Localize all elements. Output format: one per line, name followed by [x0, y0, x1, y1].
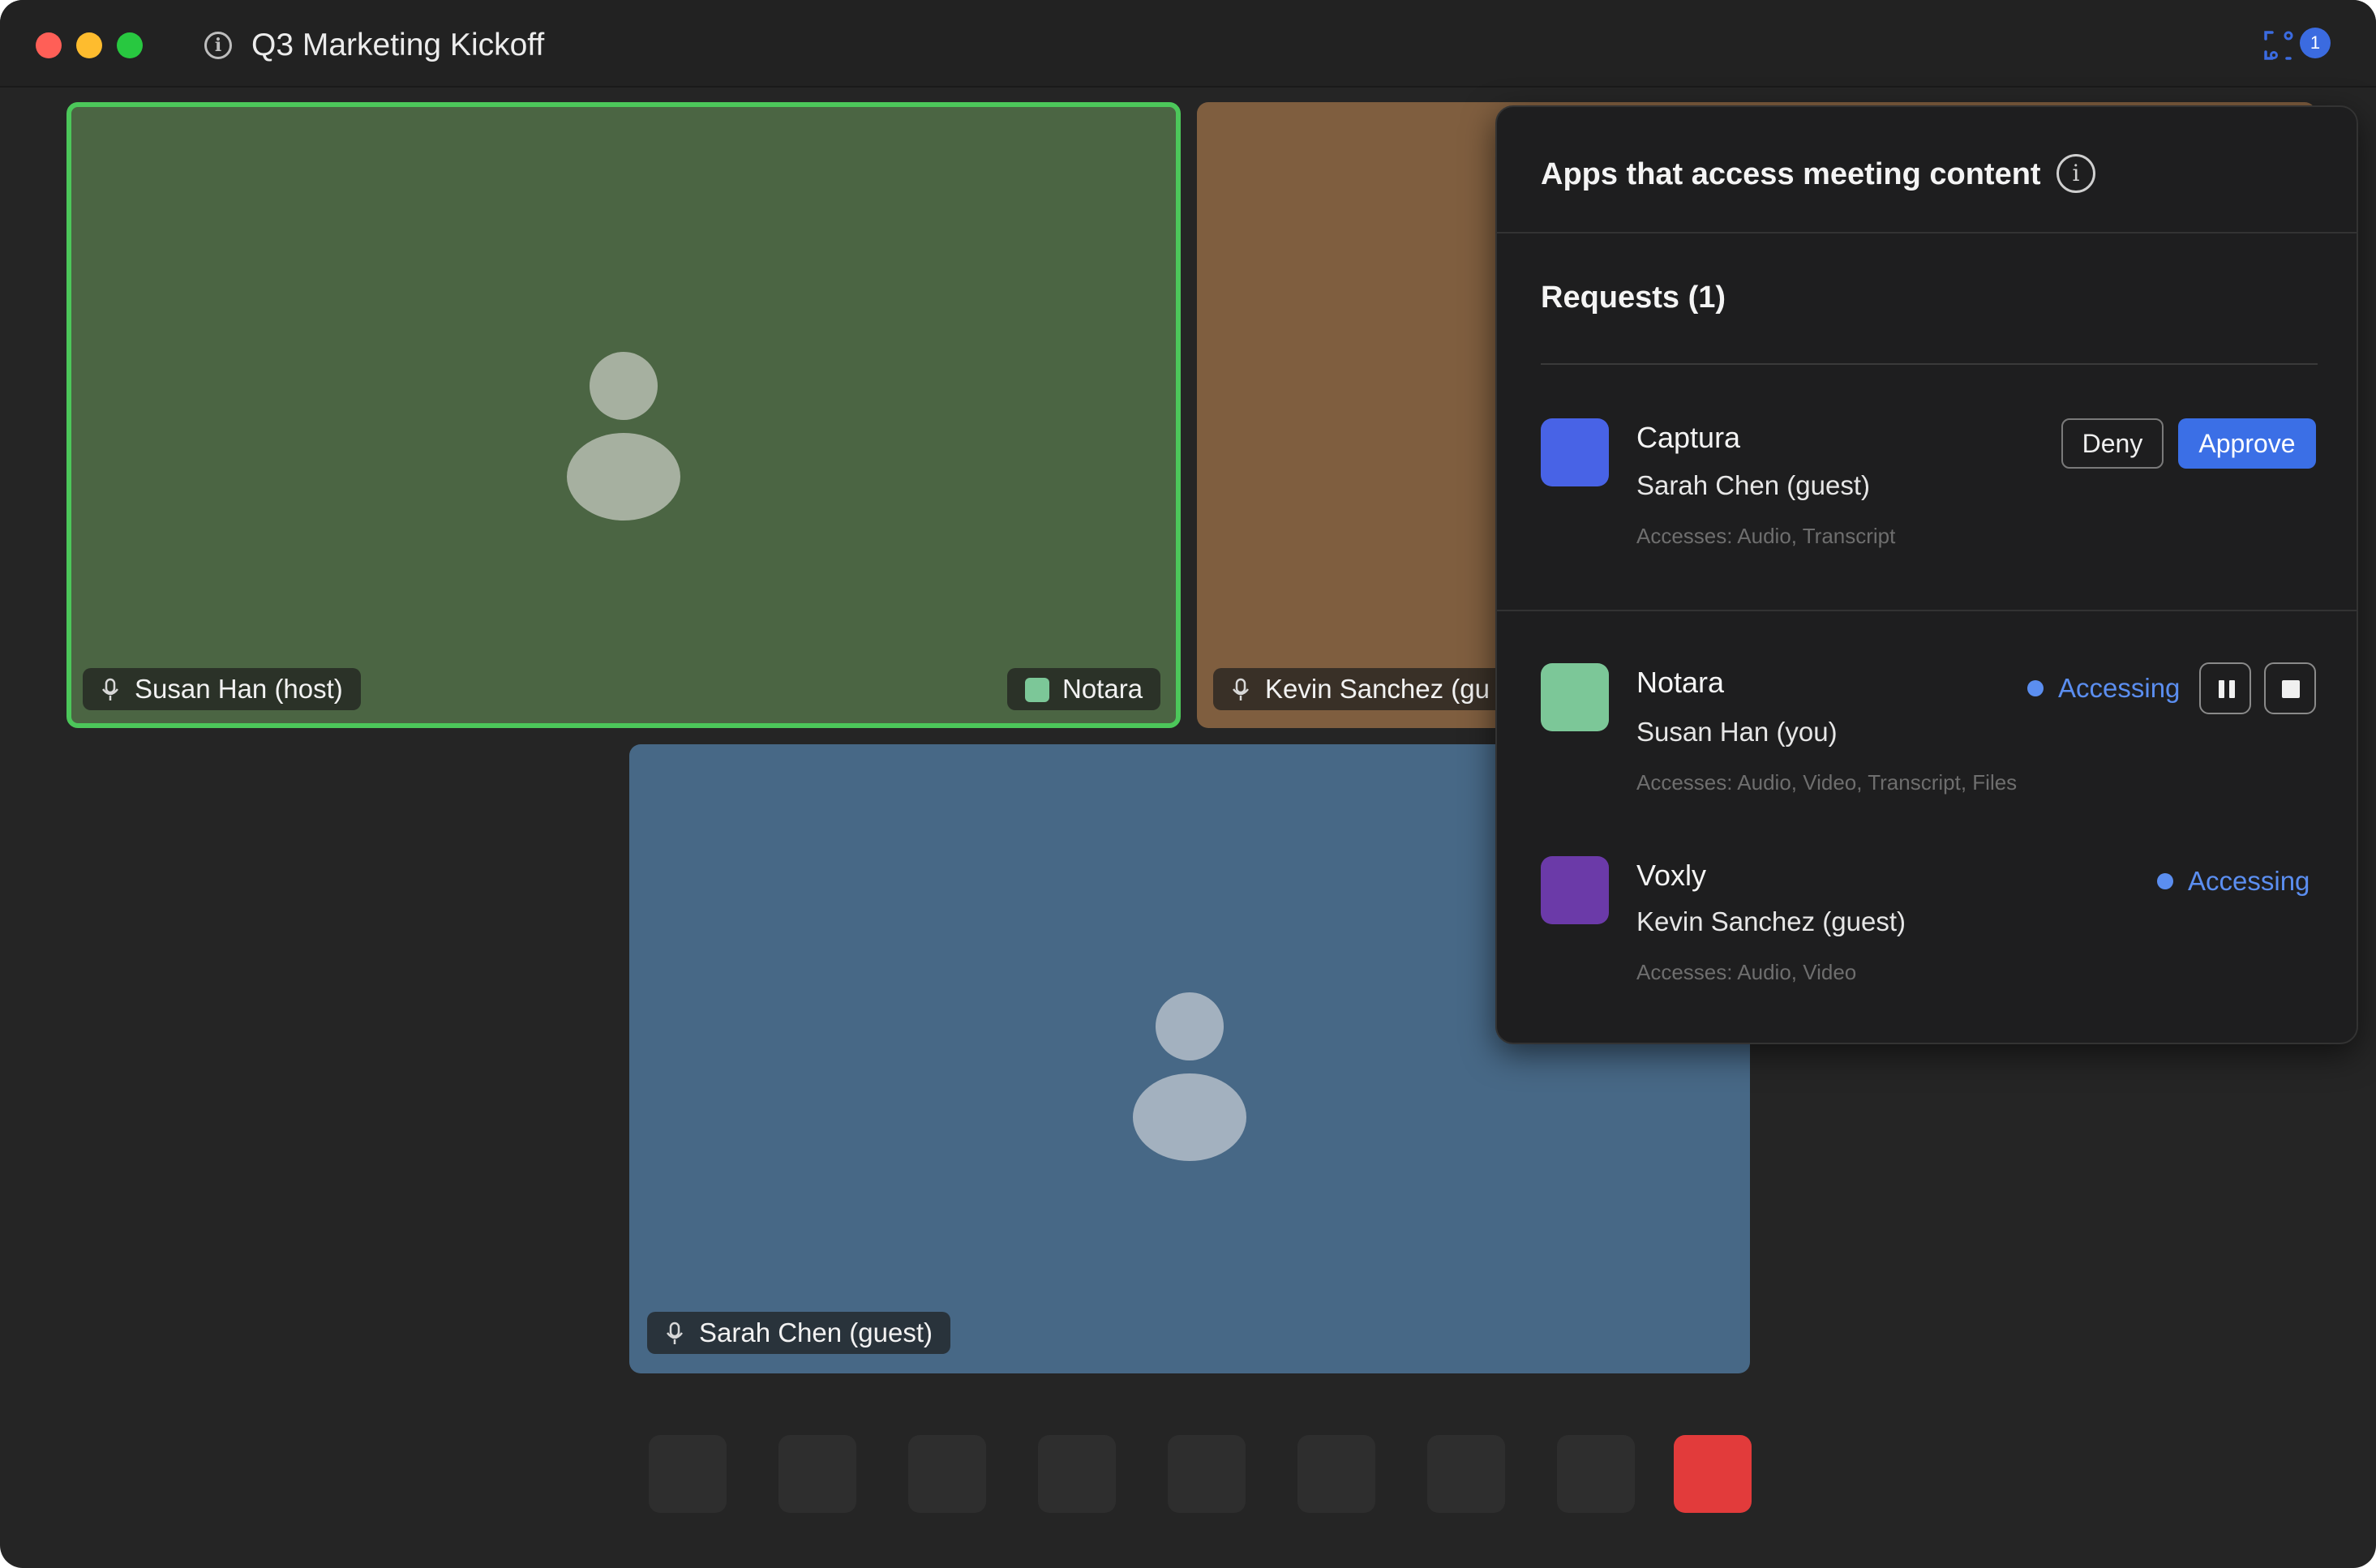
participant-name-tag: Sarah Chen (guest) — [647, 1312, 950, 1354]
active-app-tag: Notara — [1007, 668, 1161, 710]
app-owner: Kevin Sanchez (guest) — [1636, 906, 1906, 936]
toolbar-button-5[interactable] — [1168, 1435, 1246, 1513]
requests-heading: Requests (1) — [1541, 281, 1726, 315]
window-maximize-button[interactable] — [117, 32, 143, 58]
app-owner: Susan Han (you) — [1636, 717, 1838, 747]
app-name: Notara — [1636, 666, 1725, 699]
participant-name: Sarah Chen (guest) — [699, 1317, 933, 1347]
voxly-app-icon — [1541, 856, 1609, 924]
microphone-icon — [1233, 678, 1249, 700]
app-name: Captura — [1636, 421, 1741, 454]
info-icon[interactable]: i — [2056, 154, 2095, 193]
approve-button[interactable]: Approve — [2178, 418, 2316, 469]
access-status: Accessing — [2058, 673, 2181, 703]
participant-name-tag: Kevin Sanchez (gu — [1213, 668, 1508, 710]
video-tile-susan[interactable]: Susan Han (host) Notara — [66, 102, 1181, 728]
divider — [1541, 363, 2318, 365]
divider — [1497, 610, 2357, 611]
avatar-placeholder-icon — [1133, 992, 1246, 1161]
active-app-name: Notara — [1062, 674, 1143, 704]
toolbar-button-8[interactable] — [1557, 1435, 1635, 1513]
meeting-window: i Q3 Marketing Kickoff 1 Susan Han (host… — [0, 0, 2376, 1568]
title-bar: i Q3 Marketing Kickoff 1 — [0, 0, 2376, 88]
notara-app-icon — [1025, 678, 1049, 702]
app-accesses: Accesses: Audio, Video, Transcript, File… — [1636, 770, 2018, 795]
toolbar-button-7[interactable] — [1427, 1435, 1505, 1513]
panel-header: Apps that access meeting content i — [1497, 107, 2357, 233]
toolbar-button-6[interactable] — [1297, 1435, 1375, 1513]
avatar-placeholder-icon — [567, 352, 680, 521]
access-status: Accessing — [2188, 866, 2310, 896]
app-accesses: Accesses: Audio, Video — [1636, 960, 1857, 984]
apps-access-icon[interactable] — [2262, 28, 2298, 63]
stop-access-button[interactable] — [2264, 662, 2316, 714]
meeting-title: Q3 Marketing Kickoff — [251, 28, 545, 62]
end-meeting-button[interactable] — [1674, 1435, 1752, 1513]
toolbar-button-1[interactable] — [649, 1435, 727, 1513]
pause-icon — [2229, 680, 2235, 698]
captura-app-icon — [1541, 418, 1609, 486]
meeting-info-icon[interactable]: i — [204, 32, 232, 59]
stop-icon — [2282, 680, 2300, 698]
participant-name-tag: Susan Han (host) — [83, 668, 361, 710]
app-name: Voxly — [1636, 859, 1707, 892]
notara-app-icon — [1541, 663, 1609, 731]
accessing-dot-icon — [2157, 873, 2173, 889]
participant-name: Susan Han (host) — [135, 674, 343, 704]
microphone-icon — [102, 678, 118, 700]
deny-button[interactable]: Deny — [2061, 418, 2164, 469]
microphone-icon — [667, 1322, 683, 1344]
toolbar-button-3[interactable] — [908, 1435, 986, 1513]
apps-count-badge[interactable]: 1 — [2300, 28, 2331, 58]
toolbar-button-4[interactable] — [1038, 1435, 1116, 1513]
participant-name: Kevin Sanchez (gu — [1265, 674, 1490, 704]
accessing-dot-icon — [2027, 680, 2044, 696]
apps-access-panel: Apps that access meeting content i Reque… — [1495, 105, 2358, 1044]
panel-title: Apps that access meeting content — [1541, 157, 2041, 191]
window-close-button[interactable] — [36, 32, 62, 58]
pause-icon — [2219, 680, 2224, 698]
toolbar-button-2[interactable] — [778, 1435, 856, 1513]
app-owner: Sarah Chen (guest) — [1636, 470, 1870, 500]
pause-access-button[interactable] — [2199, 662, 2251, 714]
app-accesses: Accesses: Audio, Transcript — [1636, 524, 1896, 548]
window-minimize-button[interactable] — [76, 32, 102, 58]
